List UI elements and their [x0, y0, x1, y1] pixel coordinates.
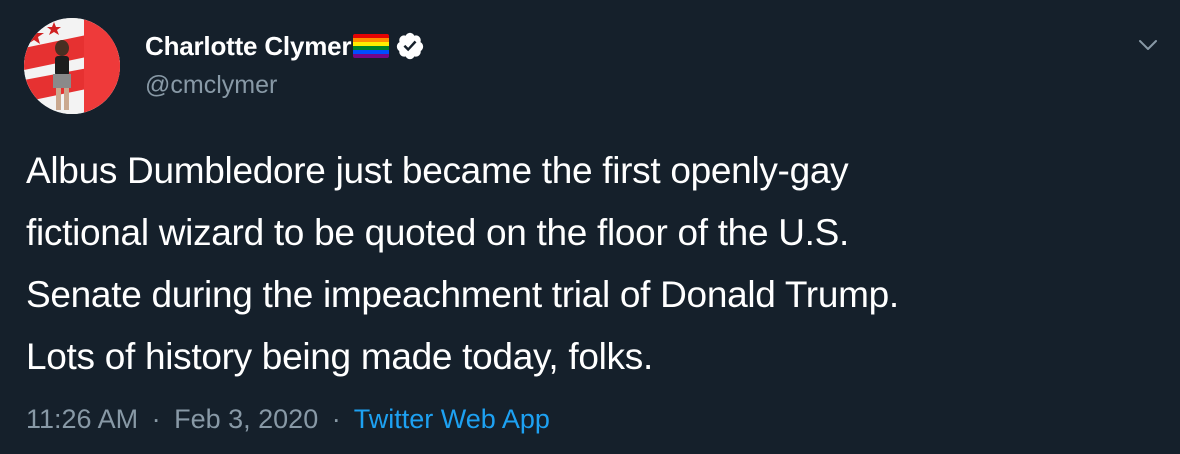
meta-separator: · [151, 404, 161, 434]
tweet-date[interactable]: Feb 3, 2020 [174, 404, 318, 434]
tweet-time[interactable]: 11:26 AM [26, 404, 138, 434]
verified-badge-icon [397, 32, 424, 60]
rainbow-flag-icon [353, 34, 390, 58]
avatar[interactable] [24, 18, 120, 114]
tweet-source-link[interactable]: Twitter Web App [354, 404, 550, 434]
author-name-row: Charlotte Clymer [145, 28, 425, 64]
author-display-name[interactable]: Charlotte Clymer [145, 31, 352, 62]
avatar-image [24, 18, 120, 114]
tweet-meta: 11:26 AM · Feb 3, 2020 · Twitter Web App [26, 404, 550, 435]
meta-separator: · [331, 404, 341, 434]
tweet-card: Charlotte Clymer @cmclymer Albus Dumbled… [0, 0, 1180, 454]
tweet-text: Albus Dumbledore just became the first o… [26, 150, 899, 377]
author-handle[interactable]: @cmclymer [145, 71, 277, 100]
chevron-down-icon[interactable] [1133, 30, 1163, 60]
